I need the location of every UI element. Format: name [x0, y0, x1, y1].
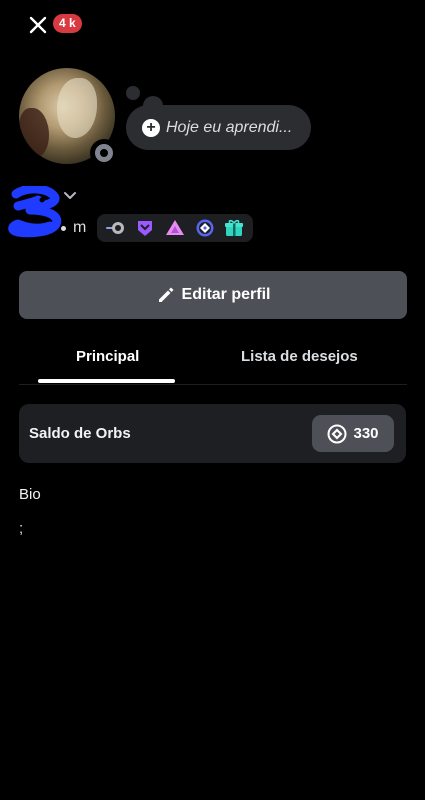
status-indicator	[90, 139, 118, 167]
bio-heading: Bio	[19, 486, 41, 503]
triangle-badge-icon[interactable]	[165, 218, 185, 238]
pencil-icon	[158, 287, 174, 302]
redacted-name-scribble	[8, 186, 62, 238]
offline-status-icon	[95, 144, 113, 162]
tab-wishlist[interactable]: Lista de desejos	[241, 348, 358, 365]
orbs-label: Saldo de Orbs	[29, 425, 131, 442]
bio-text: ;	[19, 520, 24, 537]
tab-divider	[19, 384, 407, 385]
gift-badge-icon[interactable]	[224, 218, 244, 238]
avatar-shadow	[19, 108, 49, 158]
badge-row	[97, 214, 253, 242]
chevron-down-icon[interactable]	[62, 190, 78, 202]
avatar-highlight	[57, 78, 97, 138]
hypesquad-orbit-icon[interactable]	[105, 218, 126, 238]
quest-badge-icon[interactable]	[195, 218, 215, 238]
bubble-tail-small	[126, 86, 140, 100]
orb-icon	[327, 424, 347, 443]
tab-principal[interactable]: Principal	[76, 348, 139, 365]
close-icon[interactable]	[26, 13, 50, 37]
pronoun-text: m	[73, 219, 87, 236]
orbs-balance-value: 330	[353, 425, 379, 442]
notification-badge: 4 k	[53, 14, 82, 33]
edit-profile-label: Editar perfil	[181, 286, 271, 303]
plus-icon: +	[142, 118, 160, 137]
active-tab-indicator	[38, 379, 175, 383]
separator-dot	[61, 226, 66, 231]
shield-badge-icon[interactable]	[135, 218, 155, 238]
orbs-balance-card[interactable]: Saldo de Orbs 330	[19, 404, 406, 463]
status-placeholder: Hoje eu aprendi...	[166, 118, 293, 136]
profile-screen: 4 k + Hoje eu aprendi... m Editar perfil…	[0, 0, 425, 800]
orbs-balance-pill[interactable]: 330	[312, 415, 394, 452]
custom-status-button[interactable]: + Hoje eu aprendi...	[126, 105, 311, 150]
edit-profile-button[interactable]: Editar perfil	[19, 271, 407, 319]
